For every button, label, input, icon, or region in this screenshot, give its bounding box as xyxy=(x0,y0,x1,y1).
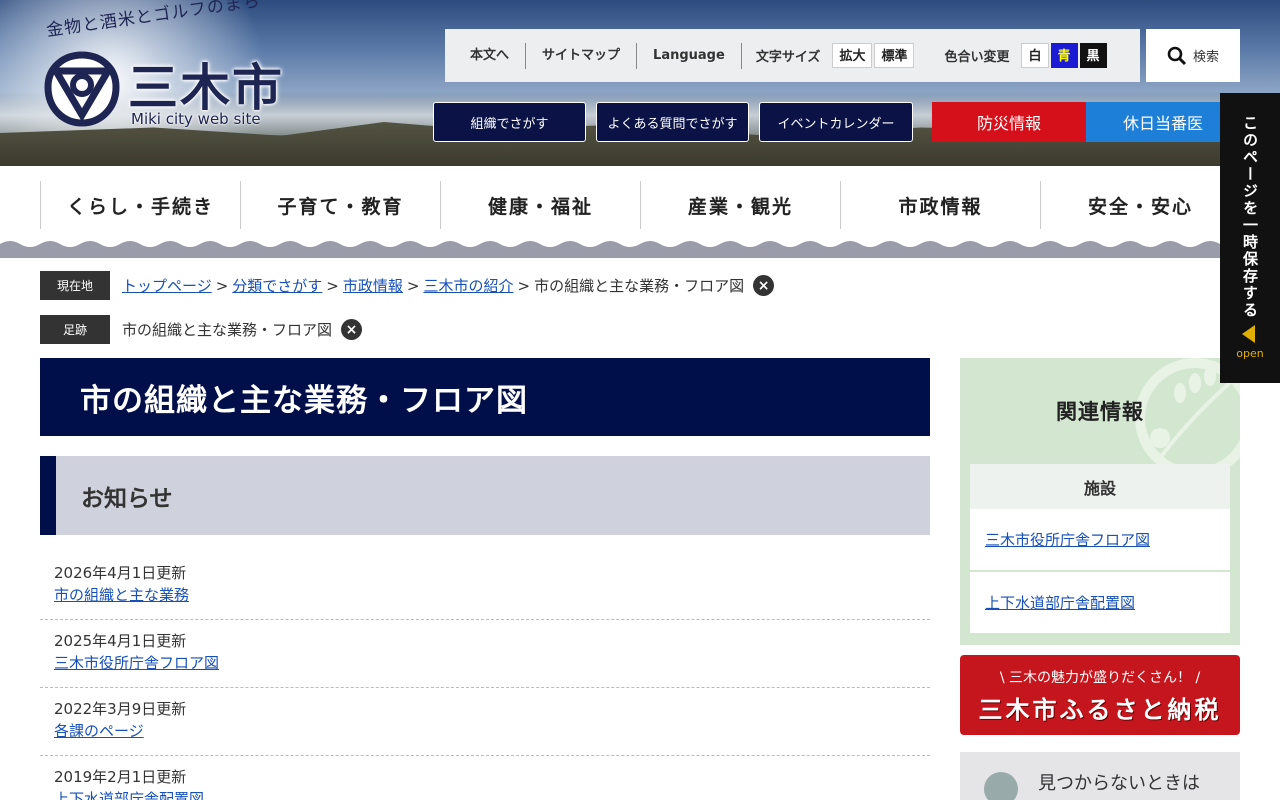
news-link[interactable]: 市の組織と主な業務 xyxy=(54,586,189,604)
close-icon[interactable]: × xyxy=(753,275,775,296)
breadcrumb-separator: > xyxy=(326,276,339,295)
nav-government[interactable]: 市政情報 xyxy=(840,181,1040,229)
related-title: 関連情報 xyxy=(1056,400,1144,424)
breadcrumb-tag: 現在地 xyxy=(40,271,110,300)
history-item[interactable]: 市の組織と主な業務・フロア図 xyxy=(122,319,332,340)
sitemap-link[interactable]: サイトマップ xyxy=(526,42,638,69)
global-nav: くらし・手続き 子育て・教育 健康・福祉 産業・観光 市政情報 安全・安心 xyxy=(40,181,1240,229)
site-header: 金物と酒米とゴルフのまち 三木市 Miki city web site 本文へ … xyxy=(0,0,1280,166)
wave-divider xyxy=(0,241,1280,258)
news-link[interactable]: 三木市役所庁舎フロア図 xyxy=(54,654,219,672)
skip-to-content-link[interactable]: 本文へ xyxy=(445,42,527,69)
nav-safety[interactable]: 安全・安心 xyxy=(1040,181,1240,229)
open-label: open xyxy=(1236,347,1264,360)
language-link[interactable]: Language xyxy=(637,42,742,69)
related-box-heading: 施設 xyxy=(970,464,1230,509)
save-page-tab[interactable]: このページを一時保存する open xyxy=(1220,93,1280,383)
font-enlarge-button[interactable]: 拡大 xyxy=(832,43,873,68)
breadcrumb-category-link[interactable]: 分類でさがす xyxy=(232,275,322,296)
breadcrumb-intro-link[interactable]: 三木市の紹介 xyxy=(423,275,513,296)
news-date: 2019年2月1日更新 xyxy=(54,768,187,786)
related-link[interactable]: 上下水道部庁舎配置図 xyxy=(970,572,1230,635)
history-trail: 足跡 市の組織と主な業務・フロア図 × xyxy=(40,315,363,344)
news-date: 2022年3月9日更新 xyxy=(54,700,187,718)
breadcrumb: 現在地 トップページ > 分類でさがす > 市政情報 > 三木市の紹介 > 市の… xyxy=(40,271,775,300)
search-icon xyxy=(1167,46,1187,65)
not-found-banner[interactable]: 見つからないときは xyxy=(960,752,1240,800)
nav-childcare[interactable]: 子育て・教育 xyxy=(240,181,440,229)
font-size-label: 文字サイズ xyxy=(755,50,821,65)
breadcrumb-separator: > xyxy=(517,276,531,295)
font-standard-button[interactable]: 標準 xyxy=(874,43,915,68)
help-icon xyxy=(984,772,1018,800)
list-item: 2026年4月1日更新 市の組織と主な業務 xyxy=(40,552,930,620)
banner-title: 三木市ふるさと納税 xyxy=(978,695,1222,724)
save-page-label: このページを一時保存する xyxy=(1241,115,1259,319)
search-faq-button[interactable]: よくある質問でさがす xyxy=(596,102,749,142)
list-item: 2025年4月1日更新 三木市役所庁舎フロア図 xyxy=(40,620,930,688)
news-list: 2026年4月1日更新 市の組織と主な業務 2025年4月1日更新 三木市役所庁… xyxy=(40,552,930,800)
breadcrumb-separator: > xyxy=(215,276,229,295)
news-link[interactable]: 上下水道部庁舎配置図 xyxy=(54,790,204,800)
history-tag: 足跡 xyxy=(40,315,110,344)
breadcrumb-top-link[interactable]: トップページ xyxy=(122,275,212,296)
related-info-panel: 関連情報 施設 三木市役所庁舎フロア図 上下水道部庁舎配置図 xyxy=(960,358,1240,645)
disaster-info-button[interactable]: 防災情報 xyxy=(932,102,1086,142)
color-change-label: 色合い変更 xyxy=(944,50,1010,65)
close-icon[interactable]: × xyxy=(341,319,363,340)
color-group: 色合い変更 白 青 黒 xyxy=(944,43,1108,68)
search-by-organization-button[interactable]: 組織でさがす xyxy=(433,102,586,142)
breadcrumb-government-link[interactable]: 市政情報 xyxy=(343,275,403,296)
banner-tagline: \ 三木の魅力が盛りだくさん！ / xyxy=(999,670,1201,686)
utility-bar: 本文へ サイトマップ Language 文字サイズ 拡大 標準 色合い変更 白 … xyxy=(445,29,1140,82)
arrow-left-icon xyxy=(1242,325,1255,343)
nav-living[interactable]: くらし・手続き xyxy=(40,181,240,229)
page-title: 市の組織と主な業務・フロア図 xyxy=(40,358,930,436)
city-emblem-icon xyxy=(44,51,120,127)
breadcrumb-current: 市の組織と主な業務・フロア図 xyxy=(534,277,745,295)
color-black-button[interactable]: 黒 xyxy=(1079,43,1107,68)
news-link[interactable]: 各課のページ xyxy=(54,722,144,740)
event-calendar-button[interactable]: イベントカレンダー xyxy=(759,102,913,142)
nav-industry[interactable]: 産業・観光 xyxy=(640,181,840,229)
furusato-tax-banner[interactable]: \ 三木の魅力が盛りだくさん！ / 三木市ふるさと納税 xyxy=(960,655,1240,735)
news-date: 2026年4月1日更新 xyxy=(54,564,187,582)
holiday-doctor-button[interactable]: 休日当番医 xyxy=(1086,102,1240,142)
color-blue-button[interactable]: 青 xyxy=(1050,43,1078,68)
related-box: 施設 三木市役所庁舎フロア図 上下水道部庁舎配置図 xyxy=(970,464,1230,635)
section-title: お知らせ xyxy=(40,456,930,535)
related-link[interactable]: 三木市役所庁舎フロア図 xyxy=(970,509,1230,572)
color-white-button[interactable]: 白 xyxy=(1021,43,1049,68)
breadcrumb-separator: > xyxy=(406,276,420,295)
search-label: 検索 xyxy=(1192,50,1219,65)
list-item: 2019年2月1日更新 上下水道部庁舎配置図 xyxy=(40,756,930,800)
logo-subtitle: Miki city web site xyxy=(131,110,261,128)
list-item: 2022年3月9日更新 各課のページ xyxy=(40,688,930,756)
site-logo[interactable]: 金物と酒米とゴルフのまち 三木市 Miki city web site xyxy=(40,0,290,134)
font-size-group: 文字サイズ 拡大 標準 xyxy=(756,43,917,68)
nav-health[interactable]: 健康・福祉 xyxy=(440,181,640,229)
news-date: 2025年4月1日更新 xyxy=(54,632,187,650)
not-found-label: 見つからないときは xyxy=(1038,773,1200,794)
search-button[interactable]: 検索 xyxy=(1146,29,1240,82)
